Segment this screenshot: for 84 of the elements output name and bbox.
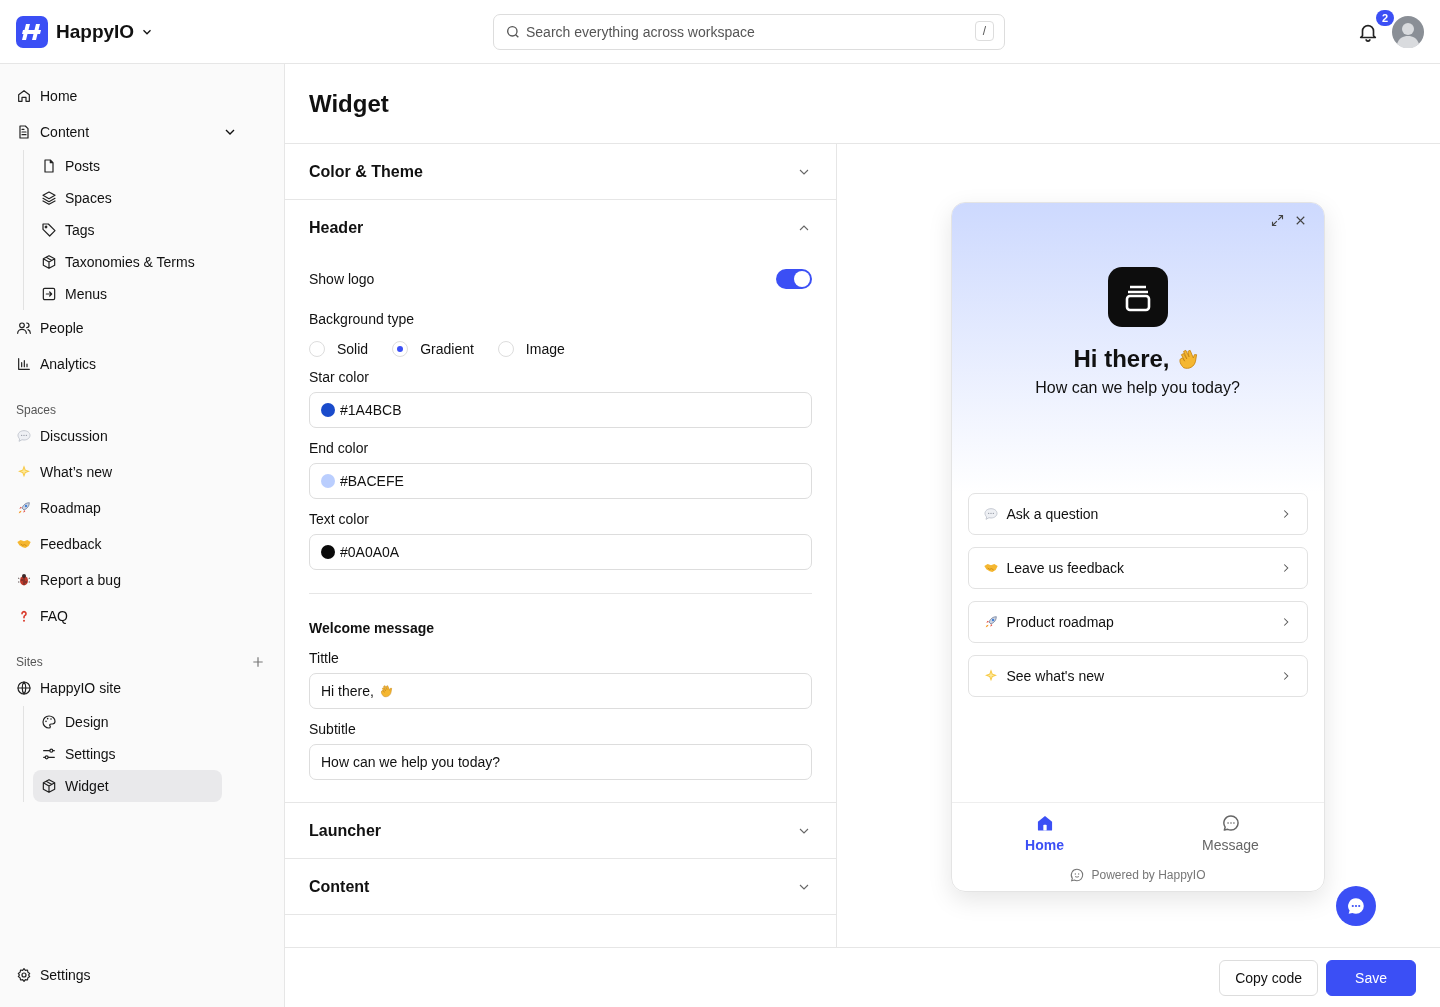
home-icon	[16, 88, 32, 104]
speech-bubble-icon	[982, 506, 999, 522]
sidebar-item[interactable]: Content	[0, 114, 284, 150]
file-icon	[41, 158, 57, 174]
color-input[interactable]: #1A4BCB	[309, 392, 812, 428]
section-label: Spaces	[16, 403, 57, 417]
sidebar-item[interactable]: Design	[33, 706, 222, 738]
expand-icon[interactable]	[1269, 213, 1285, 228]
notification-badge: 2	[1375, 9, 1394, 26]
sidebar-item[interactable]: Roadmap	[0, 490, 284, 526]
smiley-chat-icon	[1069, 867, 1086, 883]
palette-icon	[41, 714, 57, 730]
field-label: Star color	[309, 369, 370, 385]
powered-by-text: Powered by HappyIO	[1091, 868, 1206, 882]
sidebar-item[interactable]: What’s new	[0, 454, 284, 490]
accordion-header[interactable]: Header	[285, 200, 836, 255]
people-icon	[16, 320, 32, 336]
avatar[interactable]	[1392, 15, 1424, 48]
widget-subtitle: How can we help you today?	[1035, 379, 1240, 397]
sidebar-item[interactable]: Settings	[33, 738, 222, 770]
radio-label[interactable]: Image	[525, 341, 565, 357]
bar-chart-icon	[16, 356, 32, 372]
accordion-header[interactable]: Launcher	[285, 803, 836, 858]
sidebar-item[interactable]: Taxonomies & Terms	[33, 246, 222, 278]
field-label: Subtitle	[309, 721, 357, 737]
search-icon	[505, 23, 521, 40]
sidebar-item[interactable]: People	[0, 310, 284, 346]
text-input[interactable]: How can we help you today?	[309, 744, 812, 780]
tag-icon	[41, 222, 57, 238]
sidebar-item[interactable]: Analytics	[0, 346, 284, 382]
section-label: Sites	[16, 655, 43, 669]
sliders-icon	[41, 746, 57, 762]
widget-title: Hi there,	[1073, 345, 1170, 373]
bug-icon	[16, 572, 32, 588]
speech-bubble-icon	[16, 428, 32, 444]
sidebar-item[interactable]: Spaces	[33, 182, 222, 214]
sidebar-item[interactable]: Home	[0, 78, 284, 114]
sidebar-item[interactable]: Widget	[33, 770, 222, 802]
widget-link[interactable]: Leave us feedback	[967, 547, 1308, 589]
layers-icon	[41, 190, 57, 206]
sidebar-item[interactable]: Tags	[33, 214, 222, 246]
sidebar-item[interactable]: FAQ	[0, 598, 284, 634]
document-icon	[16, 124, 32, 140]
globe-icon	[16, 680, 32, 696]
widget-tab[interactable]: Message	[1170, 813, 1291, 853]
widget-link[interactable]: Ask a question	[967, 493, 1308, 535]
field-label: Text color	[309, 511, 370, 527]
widget-logo	[1107, 267, 1168, 327]
primary-button[interactable]: Save	[1326, 959, 1416, 996]
sidebar-item[interactable]: Posts	[33, 150, 222, 182]
color-input[interactable]: #BACEFE	[309, 463, 812, 499]
field-label: Background type	[309, 311, 416, 327]
cube-icon	[41, 778, 57, 794]
show-logo-toggle[interactable]	[776, 269, 812, 289]
sidebar-item[interactable]: Report a bug	[0, 562, 284, 598]
sidebar-item[interactable]: HappyIO site	[0, 670, 284, 706]
chat-launcher-button[interactable]	[1336, 886, 1376, 926]
field-label: Tittle	[309, 650, 340, 666]
cube-icon	[41, 254, 57, 270]
color-input[interactable]: #0A0A0A	[309, 534, 812, 570]
accordion-header[interactable]: Content	[285, 859, 836, 914]
field-label: End color	[309, 440, 370, 456]
widget-link[interactable]: Product roadmap	[967, 601, 1308, 643]
widget-link[interactable]: See what's new	[967, 655, 1308, 697]
app-logo-icon	[16, 15, 48, 48]
accordion-header[interactable]: Color & Theme	[285, 144, 836, 199]
widget-tab[interactable]: Home	[984, 813, 1105, 853]
subsection-title: Welcome message	[309, 619, 436, 638]
secondary-button[interactable]: Copy code	[1219, 959, 1319, 996]
chat-icon	[1220, 813, 1241, 833]
radio-label[interactable]: Gradient	[420, 341, 474, 357]
field-label: Show logo	[309, 271, 375, 287]
sidebar-item[interactable]: Feedback	[0, 526, 284, 562]
text-input[interactable]: Hi there,	[309, 673, 812, 709]
page-title: Widget	[309, 89, 389, 118]
chat-icon	[1345, 895, 1367, 917]
sidebar-item[interactable]: Settings	[0, 957, 284, 993]
workspace-switcher[interactable]: HappyIO	[56, 20, 155, 43]
rocket-icon	[16, 500, 32, 516]
radio-label[interactable]: Solid	[337, 341, 369, 357]
arrow-box-icon	[41, 286, 57, 302]
sidebar-item[interactable]: Menus	[33, 278, 222, 310]
settings-icon	[16, 967, 32, 983]
sidebar-item[interactable]: Discussion	[0, 418, 284, 454]
